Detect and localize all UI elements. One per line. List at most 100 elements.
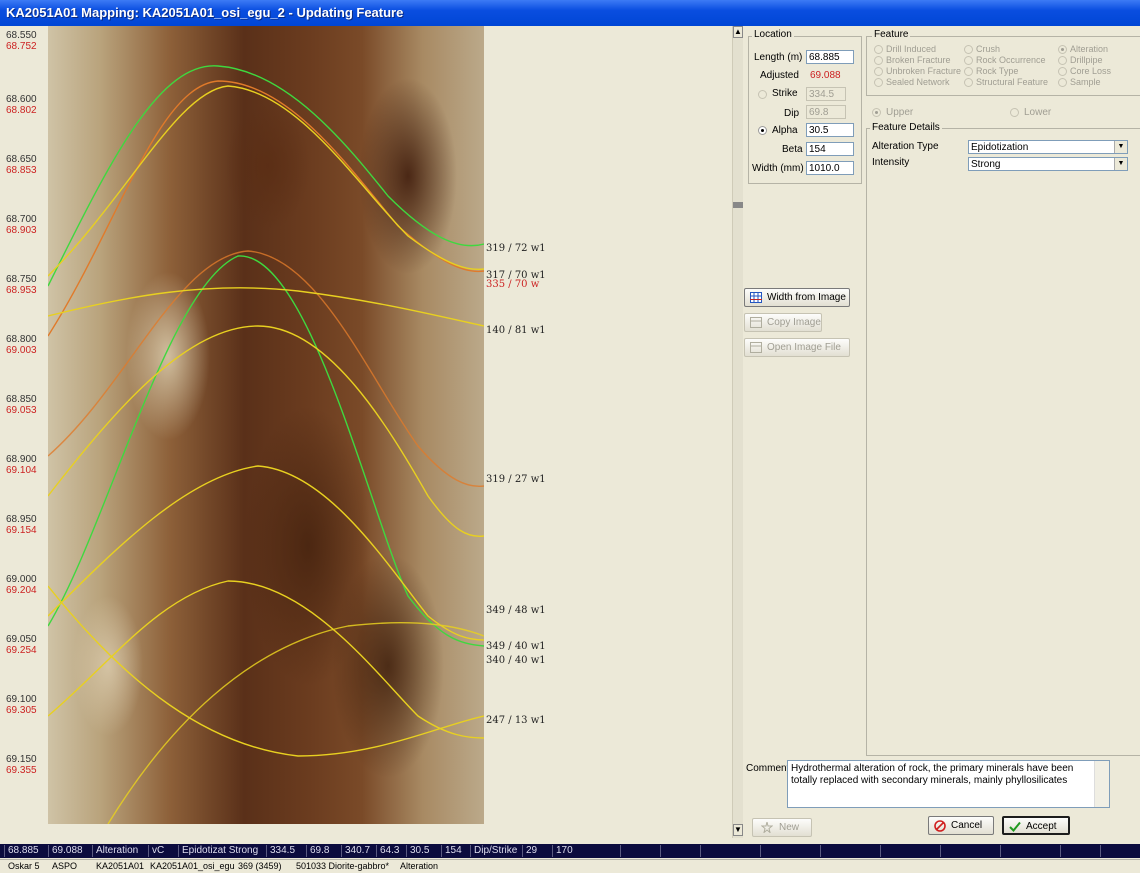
lower-radio[interactable] — [1010, 108, 1019, 117]
feature-status-bar: 68.885 69.088 Alteration vC Epidotizat Stron… — [0, 844, 1140, 858]
feature-option-label: Structural Feature — [976, 77, 1049, 87]
feature-radio-structural-feature[interactable] — [964, 78, 973, 87]
status-separator — [266, 845, 267, 857]
feature-orientation-label[interactable]: 319 / 72 w1 — [486, 243, 546, 254]
strike-field[interactable]: 334.5 — [806, 87, 846, 101]
status-separator — [92, 845, 93, 857]
feature-option-label: Drillpipe — [1070, 55, 1103, 65]
feature-radio-core-loss[interactable] — [1058, 67, 1067, 76]
status-separator — [700, 845, 701, 857]
new-button[interactable]: New — [752, 818, 812, 837]
status-separator — [1000, 845, 1001, 857]
upper-label: Upper — [886, 107, 914, 118]
open-image-file-button[interactable]: Open Image File — [744, 338, 850, 357]
feature-orientation-label[interactable]: 340 / 40 w1 — [486, 655, 546, 666]
feature-orientation-label[interactable]: 335 / 70 w — [486, 279, 539, 290]
feature-orientation-label[interactable]: 349 / 48 w1 — [486, 605, 546, 616]
feature-option-label: Drill Induced — [886, 44, 937, 54]
chevron-down-icon[interactable]: ▼ — [1114, 158, 1127, 170]
alteration-type-select[interactable]: Epidotization ▼ — [968, 140, 1128, 154]
depth-value: 68.600 — [6, 94, 37, 105]
feature-option-label: Sealed Network — [886, 77, 950, 87]
adjusted-depth-value: 68.853 — [6, 165, 37, 176]
alpha-field[interactable]: 30.5 — [806, 123, 854, 137]
feature-radio-sealed-network[interactable] — [874, 78, 883, 87]
width-field[interactable]: 1010.0 — [806, 161, 854, 175]
strike-radio[interactable] — [758, 90, 767, 99]
comment-scrollbar[interactable] — [1094, 761, 1109, 807]
alpha-radio[interactable] — [758, 126, 767, 135]
feature-orientation-label[interactable]: 319 / 27 w1 — [486, 474, 546, 485]
feature-radio-rock-occurrence[interactable] — [964, 56, 973, 65]
depth-tick: 68.750 68.953 — [6, 274, 37, 296]
status-separator — [178, 845, 179, 857]
trace-yellow-6 — [48, 585, 484, 757]
cancel-button[interactable]: Cancel — [928, 816, 994, 835]
status-separator — [148, 845, 149, 857]
copy-image-button[interactable]: Copy Image — [744, 313, 822, 332]
depth-value: 68.850 — [6, 394, 37, 405]
status-separator — [376, 845, 377, 857]
lower-label: Lower — [1024, 107, 1052, 118]
intensity-value: Strong — [971, 159, 1001, 170]
feature-radio-broken-fracture[interactable] — [874, 56, 883, 65]
depth-scale: 68.550 68.752 68.600 68.802 68.650 68.853 68.7… — [0, 26, 48, 826]
depth-value: 69.000 — [6, 574, 37, 585]
accept-label: Accept — [1026, 821, 1057, 832]
trace-green-1 — [48, 65, 484, 287]
status-separator — [940, 845, 941, 857]
adjusted-depth-value: 69.003 — [6, 345, 37, 356]
length-label: Length (m) — [754, 52, 803, 63]
status-cell: Dip/Strike — [474, 845, 518, 856]
info-cell: Oskar 5 — [8, 861, 40, 871]
feature-radio-alteration[interactable] — [1058, 45, 1067, 54]
info-cell: Alteration — [400, 861, 439, 871]
checkmark-icon — [1009, 821, 1021, 832]
feature-radio-rock-type[interactable] — [964, 67, 973, 76]
chevron-down-icon[interactable]: ▼ — [1114, 141, 1127, 153]
feature-option-label: Rock Type — [976, 66, 1019, 76]
depth-tick: 68.800 69.003 — [6, 334, 37, 356]
image-scrollbar[interactable]: ▲ ▼ — [732, 26, 743, 838]
upper-radio[interactable] — [872, 108, 881, 117]
scroll-down-arrow-icon[interactable]: ▼ — [733, 824, 743, 836]
status-cell: 334.5 — [270, 845, 296, 856]
intensity-select[interactable]: Strong ▼ — [968, 157, 1128, 171]
status-separator — [441, 845, 442, 857]
scroll-up-arrow-icon[interactable]: ▲ — [733, 26, 743, 38]
length-field[interactable]: 68.885 — [806, 50, 854, 64]
status-cell: vC — [152, 845, 165, 856]
status-cell: 68.885 — [8, 845, 39, 856]
depth-tick: 68.600 68.802 — [6, 94, 37, 116]
adjusted-depth-value: 69.204 — [6, 585, 37, 596]
trace-orange-2 — [48, 250, 484, 488]
depth-tick: 68.950 69.154 — [6, 514, 37, 536]
intensity-label: Intensity — [872, 157, 910, 168]
feature-orientation-label[interactable]: 247 / 13 w1 — [486, 715, 546, 726]
trace-yellow-7 — [107, 622, 484, 824]
feature-orientation-label[interactable]: 140 / 81 w1 — [486, 325, 546, 336]
dip-field[interactable]: 69.8 — [806, 105, 846, 119]
status-separator — [820, 845, 821, 857]
width-from-image-label: Width from Image — [767, 292, 846, 303]
scroll-thumb[interactable] — [733, 202, 743, 208]
status-cell: 170 — [556, 845, 573, 856]
feature-radio-drillpipe[interactable] — [1058, 56, 1067, 65]
feature-radio-sample[interactable] — [1058, 78, 1067, 87]
adjusted-depth-value: 69.305 — [6, 705, 37, 716]
depth-tick: 68.650 68.853 — [6, 154, 37, 176]
adjusted-depth-value: 69.154 — [6, 525, 37, 536]
feature-option-label: Alteration — [1070, 44, 1109, 54]
beta-field[interactable]: 154 — [806, 142, 854, 156]
comment-textarea[interactable]: Hydrothermal alteration of rock, the pri… — [787, 760, 1110, 808]
accept-button[interactable]: Accept — [1002, 816, 1070, 835]
feature-option-label: Broken Fracture — [886, 55, 951, 65]
status-separator — [522, 845, 523, 857]
borehole-core-image[interactable] — [48, 26, 484, 824]
feature-radio-unbroken-fracture[interactable] — [874, 67, 883, 76]
adjusted-label: Adjusted — [760, 70, 799, 81]
width-from-image-button[interactable]: Width from Image — [744, 288, 850, 307]
feature-orientation-label[interactable]: 349 / 40 w1 — [486, 641, 546, 652]
feature-radio-drill-induced[interactable] — [874, 45, 883, 54]
feature-radio-crush[interactable] — [964, 45, 973, 54]
